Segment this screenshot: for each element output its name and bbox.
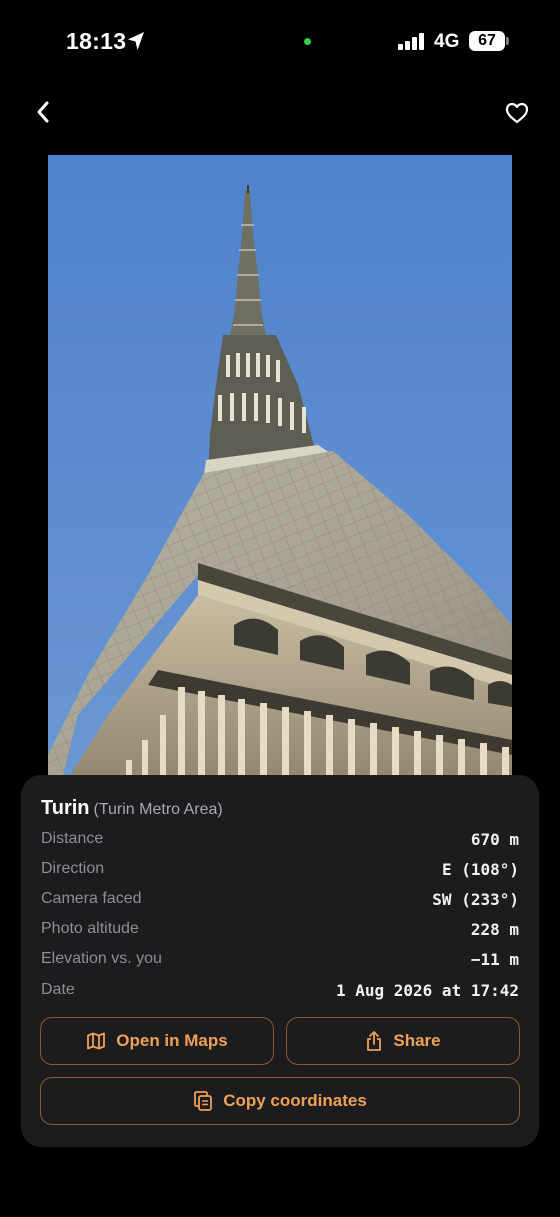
detail-label: Camera faced <box>41 890 142 907</box>
detail-label: Date <box>41 981 75 998</box>
battery-tip <box>506 37 509 45</box>
detail-value: −11 m <box>470 950 519 969</box>
detail-row-camera-faced: Camera faced SW (233°) <box>41 888 519 912</box>
battery-icon: 67 <box>469 31 505 51</box>
detail-row-distance: Distance 670 m <box>41 828 519 852</box>
status-bar: 18:13 4G 67 <box>0 0 560 84</box>
detail-value: SW (233°) <box>432 890 519 909</box>
favorite-button[interactable] <box>502 98 532 128</box>
copy-coordinates-label: Copy coordinates <box>223 1091 367 1110</box>
place-title: Turin (Turin Metro Area) <box>41 797 223 820</box>
place-area: (Turin Metro Area) <box>93 801 223 818</box>
share-label: Share <box>393 1031 441 1050</box>
detail-value: 1 Aug 2026 at 17:42 <box>335 981 519 1000</box>
network-type: 4G <box>434 31 460 52</box>
status-time: 18:13 <box>66 28 127 54</box>
detail-value: E (108°) <box>441 860 519 879</box>
detail-label: Distance <box>41 830 104 847</box>
privacy-indicator-dot <box>304 38 311 45</box>
heart-outline-icon <box>505 102 529 124</box>
detail-value: 670 m <box>470 830 519 849</box>
detail-label: Elevation vs. you <box>41 950 162 967</box>
share-button[interactable]: Share <box>286 1017 520 1065</box>
open-in-maps-button[interactable]: Open in Maps <box>40 1017 274 1065</box>
detail-row-direction: Direction E (108°) <box>41 858 519 882</box>
chevron-left-icon <box>37 101 49 123</box>
copy-icon <box>194 1091 213 1111</box>
map-icon <box>87 1032 106 1050</box>
location-photo <box>48 155 512 795</box>
place-name: Turin <box>41 797 90 819</box>
detail-row-date: Date 1 Aug 2026 at 17:42 <box>41 979 519 1003</box>
open-in-maps-label: Open in Maps <box>116 1031 228 1050</box>
detail-row-photo-altitude: Photo altitude 228 m <box>41 918 519 942</box>
detail-row-elevation: Elevation vs. you −11 m <box>41 948 519 972</box>
location-info-card: Turin (Turin Metro Area) Distance 670 m D… <box>21 775 539 1147</box>
share-icon <box>367 1031 382 1051</box>
detail-label: Photo altitude <box>41 920 139 937</box>
back-button[interactable] <box>28 96 58 128</box>
copy-coordinates-button[interactable]: Copy coordinates <box>40 1077 520 1125</box>
signal-bars-icon <box>398 32 426 50</box>
location-arrow-icon <box>128 32 144 50</box>
detail-label: Direction <box>41 860 105 877</box>
detail-value: 228 m <box>470 920 519 939</box>
